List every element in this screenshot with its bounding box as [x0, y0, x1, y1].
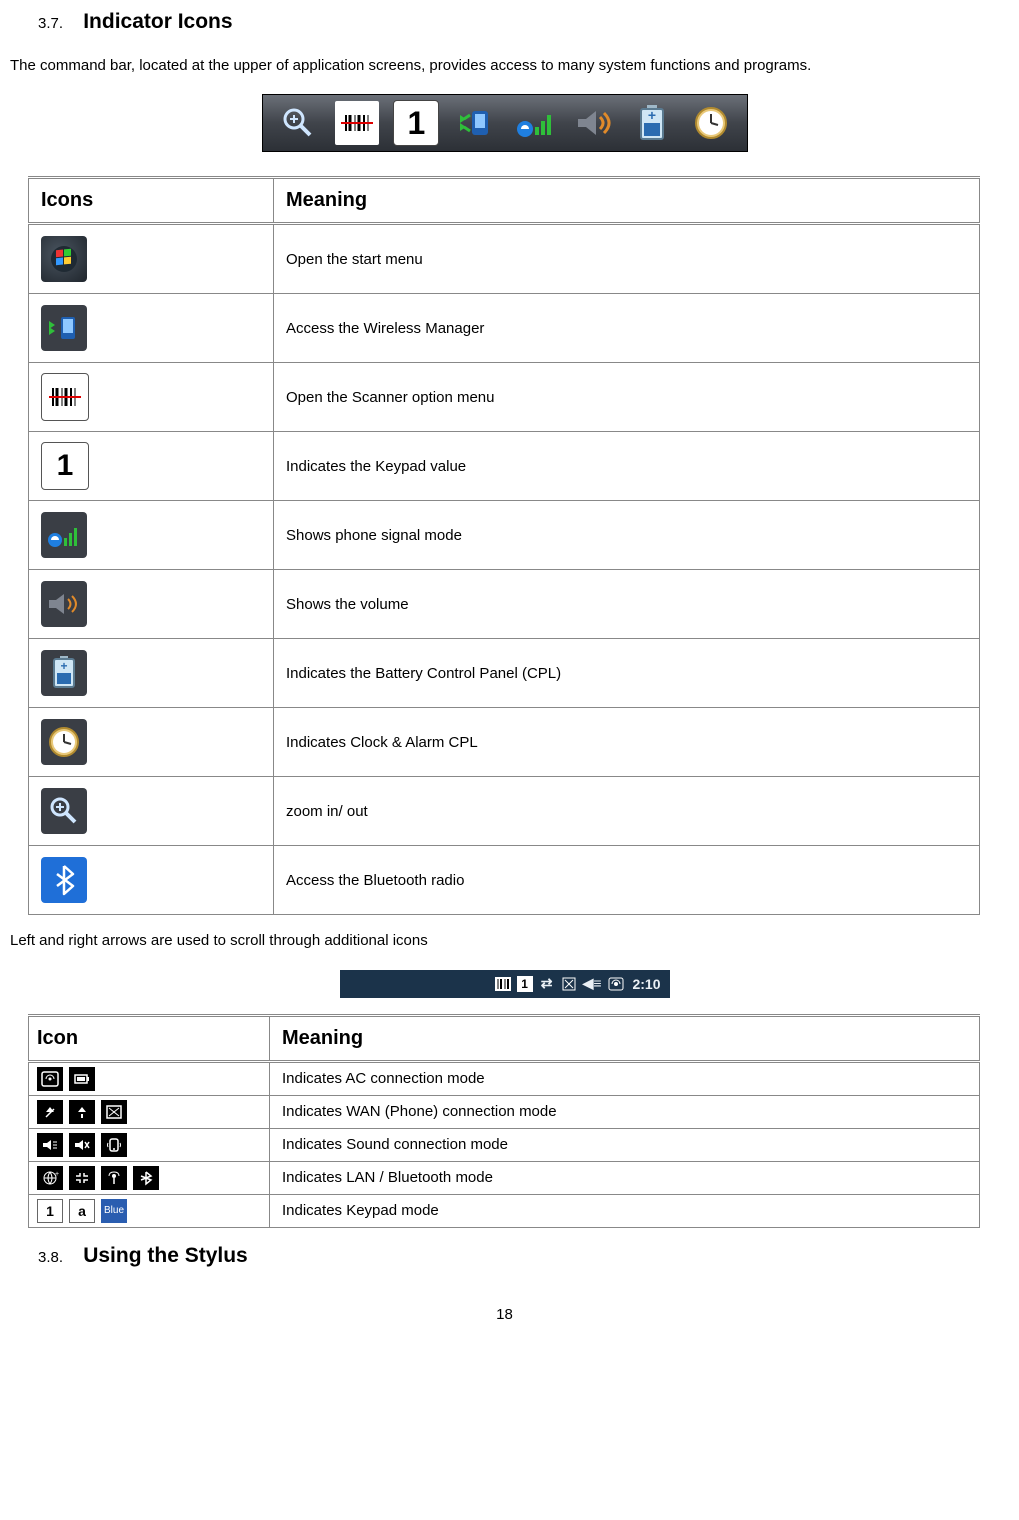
ac-mode-icons — [37, 1067, 257, 1091]
section-heading-3-7: 3.7. Indicator Icons — [38, 10, 999, 34]
table-cell: Access the Bluetooth radio — [274, 846, 980, 915]
clock-icon — [41, 719, 87, 765]
signal-icon — [513, 101, 557, 145]
keypad-mode-icons: 1 a Blue — [37, 1199, 257, 1223]
table2-header-meaning: Meaning — [270, 1015, 980, 1061]
wireless-icon — [41, 305, 87, 351]
command-bar-figure: 1 + — [262, 94, 748, 152]
clock-icon — [689, 101, 733, 145]
volume-icon — [572, 101, 616, 145]
section-title: Using the Stylus — [83, 1244, 248, 1267]
wan-small-icon — [561, 977, 577, 991]
taskbar-figure: 1 ⇄ ◀≡ 2:10 — [340, 970, 670, 998]
table-cell: Shows phone signal mode — [274, 501, 980, 570]
wan-mode-icons — [37, 1100, 257, 1124]
table-cell: Indicates the Keypad value — [274, 432, 980, 501]
icons-meaning-table: Icons Meaning Open the start menu Access… — [28, 176, 980, 915]
table-cell: Indicates LAN / Bluetooth mode — [270, 1161, 980, 1194]
table-cell: zoom in/ out — [274, 777, 980, 846]
table1-header-meaning: Meaning — [274, 178, 980, 224]
keypad-icon: 1 — [393, 100, 439, 146]
table-cell: Shows the volume — [274, 570, 980, 639]
scanner-icon — [335, 101, 379, 145]
table-cell: Indicates the Battery Control Panel (CPL… — [274, 639, 980, 708]
table2-header-icon: Icon — [29, 1015, 270, 1061]
table-cell: Open the Scanner option menu — [274, 363, 980, 432]
scanner-icon — [41, 373, 89, 421]
bluetooth-icon — [41, 857, 87, 903]
keypad-icon: 1 — [41, 442, 89, 490]
sound-small-icon: ◀≡ — [583, 975, 602, 992]
signal-icon — [41, 512, 87, 558]
start-icon — [41, 236, 87, 282]
table1-header-icons: Icons — [29, 178, 274, 224]
intro-paragraph: The command bar, located at the upper of… — [10, 56, 999, 76]
section-number: 3.8. — [38, 1249, 63, 1266]
scanner-small-icon — [495, 977, 511, 991]
table-cell: Indicates Keypad mode — [270, 1194, 980, 1227]
mid-paragraph: Left and right arrows are used to scroll… — [10, 931, 999, 951]
sound-mode-icons — [37, 1133, 257, 1157]
battery-icon: + — [630, 101, 674, 145]
svg-text:+: + — [55, 1171, 59, 1178]
zoom-icon — [41, 788, 87, 834]
status-icons-table: Icon Meaning Indicates AC connection mod… — [28, 1014, 980, 1228]
section-heading-3-8: 3.8. Using the Stylus — [38, 1244, 999, 1268]
page-number: 18 — [10, 1306, 999, 1323]
keypad-small-icon: 1 — [517, 976, 533, 992]
table-cell: Indicates Sound connection mode — [270, 1128, 980, 1161]
taskbar-time: 2:10 — [630, 976, 664, 992]
ac-small-icon — [608, 977, 624, 991]
section-number: 3.7. — [38, 15, 63, 32]
battery-icon: + — [41, 650, 87, 696]
lan-small-icon: ⇄ — [539, 975, 555, 992]
zoom-icon — [276, 101, 320, 145]
table-cell: Indicates WAN (Phone) connection mode — [270, 1095, 980, 1128]
svg-text:+: + — [60, 659, 67, 673]
table-cell: Indicates Clock & Alarm CPL — [274, 708, 980, 777]
volume-icon — [41, 581, 87, 627]
svg-text:+: + — [648, 107, 656, 123]
section-title: Indicator Icons — [83, 10, 232, 33]
wireless-icon — [454, 101, 498, 145]
table-cell: Indicates AC connection mode — [270, 1061, 980, 1095]
table-cell: Access the Wireless Manager — [274, 294, 980, 363]
table-cell: Open the start menu — [274, 224, 980, 294]
lan-bt-mode-icons: + — [37, 1166, 257, 1190]
